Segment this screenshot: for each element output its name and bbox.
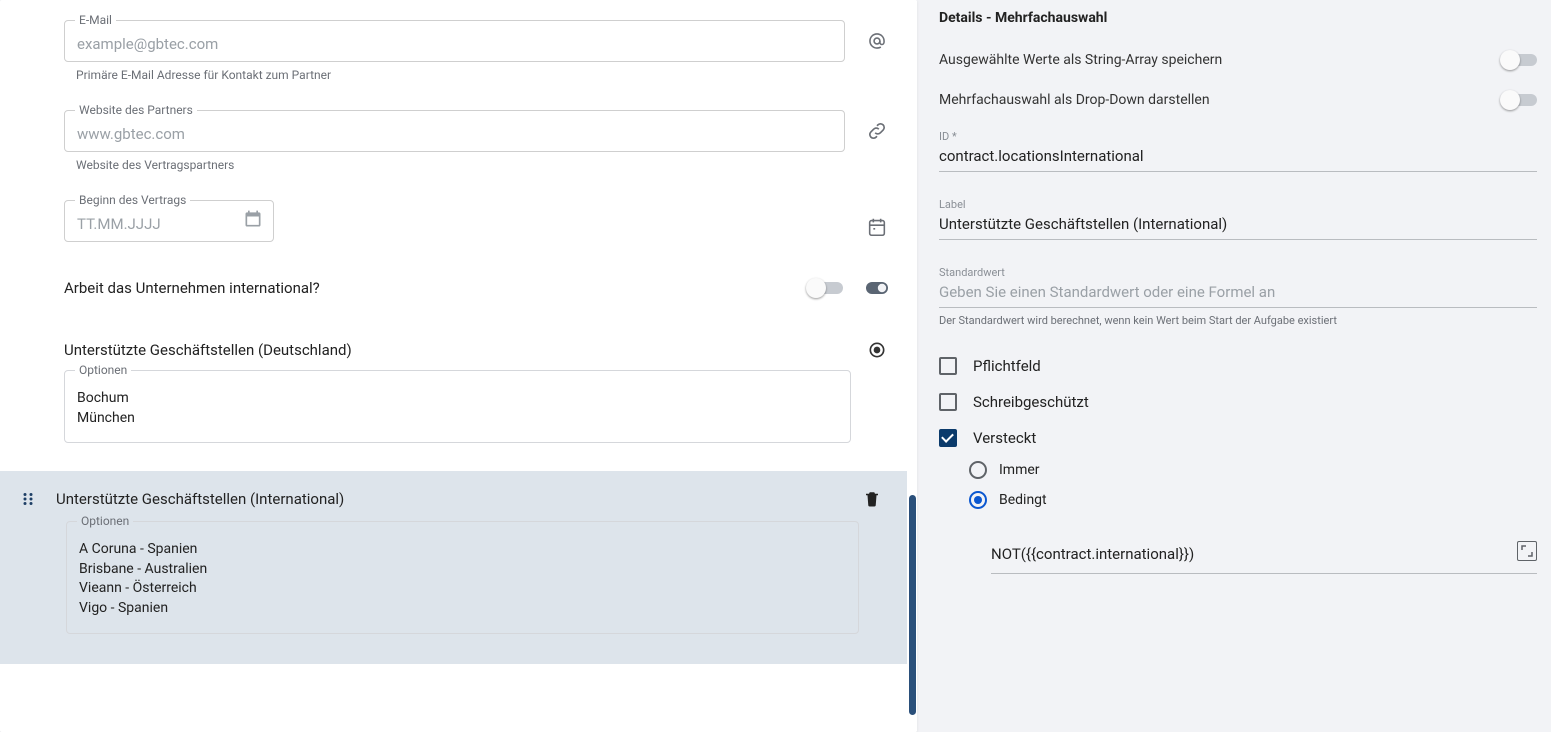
- panel-title: Details - Mehrfachauswahl: [939, 10, 1537, 26]
- at-icon: [857, 30, 897, 52]
- id-field-value: contract.locationsInternational: [939, 147, 1144, 165]
- required-checkbox[interactable]: [939, 357, 957, 375]
- condition-formula-value: NOT({{contract.international}}): [991, 545, 1194, 563]
- start-date-label: Beginn des Vertrags: [75, 193, 190, 207]
- list-item: Vieann - Österreich: [79, 579, 846, 599]
- hidden-checkbox[interactable]: [939, 429, 957, 447]
- hidden-mode-always-radio[interactable]: [969, 461, 987, 479]
- hidden-checkbox-label: Versteckt: [973, 429, 1036, 447]
- string-array-toggle-label: Ausgewählte Werte als String-Array speic…: [939, 52, 1503, 68]
- calendar-icon[interactable]: [243, 209, 263, 233]
- list-item: A Coruna - Spanien: [79, 540, 846, 560]
- website-helper: Website des Vertragspartners: [76, 158, 843, 172]
- multiselect-type-icon: [857, 340, 897, 360]
- germany-options-label: Optionen: [75, 363, 131, 377]
- email-field[interactable]: E-Mail example@gbtec.com: [64, 20, 845, 62]
- default-value-field[interactable]: Standardwert Geben Sie einen Standardwer…: [939, 266, 1537, 308]
- string-array-toggle[interactable]: [1503, 50, 1537, 70]
- calendar-type-icon: [857, 216, 897, 238]
- form-builder-canvas: E-Mail example@gbtec.com Primäre E-Mail …: [0, 0, 917, 732]
- string-array-toggle-row: Ausgewählte Werte als String-Array speic…: [939, 50, 1537, 70]
- link-icon: [857, 120, 897, 142]
- hidden-mode-conditional-label: Bedingt: [999, 492, 1047, 508]
- delete-button[interactable]: [857, 489, 887, 509]
- dropdown-toggle[interactable]: [1503, 90, 1537, 110]
- email-helper: Primäre E-Mail Adresse für Kontakt zum P…: [76, 68, 843, 82]
- condition-formula-field[interactable]: NOT({{contract.international}}): [991, 535, 1537, 574]
- website-field[interactable]: Website des Partners www.gbtec.com: [64, 110, 845, 152]
- label-field[interactable]: Label Unterstützte Geschäftstellen (Inte…: [939, 198, 1537, 240]
- hidden-mode-group: Immer Bedingt: [969, 461, 1537, 509]
- start-date-field[interactable]: Beginn des Vertrags TT.MM.JJJJ: [64, 200, 274, 242]
- section-germany-title: Unterstützte Geschäftstellen (Deutschlan…: [64, 341, 857, 359]
- international-options-label: Optionen: [77, 514, 133, 528]
- website-label: Website des Partners: [75, 103, 197, 117]
- hidden-mode-always-row: Immer: [969, 461, 1537, 479]
- label-field-label: Label: [939, 198, 1537, 211]
- hidden-mode-always-label: Immer: [999, 462, 1040, 478]
- default-value-helper: Der Standardwert wird berechnet, wenn ke…: [939, 314, 1537, 327]
- hidden-mode-conditional-row: Bedingt: [969, 491, 1537, 509]
- field-row-website: Website des Partners www.gbtec.com Websi…: [0, 90, 917, 180]
- selected-field-card[interactable]: Unterstützte Geschäftstellen (Internatio…: [0, 471, 917, 663]
- required-checkbox-row: Pflichtfeld: [939, 357, 1537, 375]
- international-toggle-label: Arbeit das Unternehmen international?: [64, 279, 809, 297]
- default-value-placeholder: Geben Sie einen Standardwert oder eine F…: [939, 283, 1275, 301]
- scrollbar[interactable]: [907, 0, 917, 732]
- website-placeholder: www.gbtec.com: [77, 125, 185, 143]
- field-row-start-date: Beginn des Vertrags TT.MM.JJJJ: [0, 180, 917, 250]
- email-label: E-Mail: [75, 13, 116, 27]
- field-row-email: E-Mail example@gbtec.com Primäre E-Mail …: [0, 0, 917, 90]
- default-value-label: Standardwert: [939, 266, 1537, 279]
- id-field-label: ID *: [939, 130, 1537, 143]
- germany-options-box[interactable]: Optionen Bochum München: [64, 370, 851, 443]
- id-field[interactable]: ID * contract.locationsInternational: [939, 130, 1537, 172]
- readonly-checkbox[interactable]: [939, 393, 957, 411]
- drag-handle-icon[interactable]: [10, 490, 46, 508]
- dropdown-toggle-label: Mehrfachauswahl als Drop-Down darstellen: [939, 92, 1503, 108]
- required-checkbox-label: Pflichtfeld: [973, 357, 1041, 375]
- email-placeholder: example@gbtec.com: [77, 35, 218, 53]
- international-toggle-row: Arbeit das Unternehmen international?: [0, 250, 917, 318]
- label-field-value: Unterstützte Geschäftstellen (Internatio…: [939, 215, 1227, 233]
- international-options-box[interactable]: Optionen A Coruna - Spanien Brisbane - A…: [66, 521, 859, 633]
- list-item: Vigo - Spanien: [79, 599, 846, 619]
- selected-card-title: Unterstützte Geschäftstellen (Internatio…: [56, 490, 857, 508]
- readonly-checkbox-row: Schreibgeschützt: [939, 393, 1537, 411]
- international-toggle[interactable]: [809, 278, 843, 298]
- dropdown-toggle-row: Mehrfachauswahl als Drop-Down darstellen: [939, 90, 1537, 110]
- properties-panel: Details - Mehrfachauswahl Ausgewählte We…: [917, 0, 1551, 732]
- expand-formula-icon[interactable]: [1517, 541, 1537, 561]
- list-item: Brisbane - Australien: [79, 560, 846, 580]
- toggle-type-icon: [857, 278, 897, 298]
- list-item: München: [77, 409, 838, 429]
- hidden-mode-conditional-radio[interactable]: [969, 491, 987, 509]
- readonly-checkbox-label: Schreibgeschützt: [973, 393, 1089, 411]
- start-date-placeholder: TT.MM.JJJJ: [77, 215, 161, 233]
- list-item: Bochum: [77, 389, 838, 409]
- hidden-checkbox-row: Versteckt: [939, 429, 1537, 447]
- section-germany-head: Unterstützte Geschäftstellen (Deutschlan…: [0, 318, 917, 360]
